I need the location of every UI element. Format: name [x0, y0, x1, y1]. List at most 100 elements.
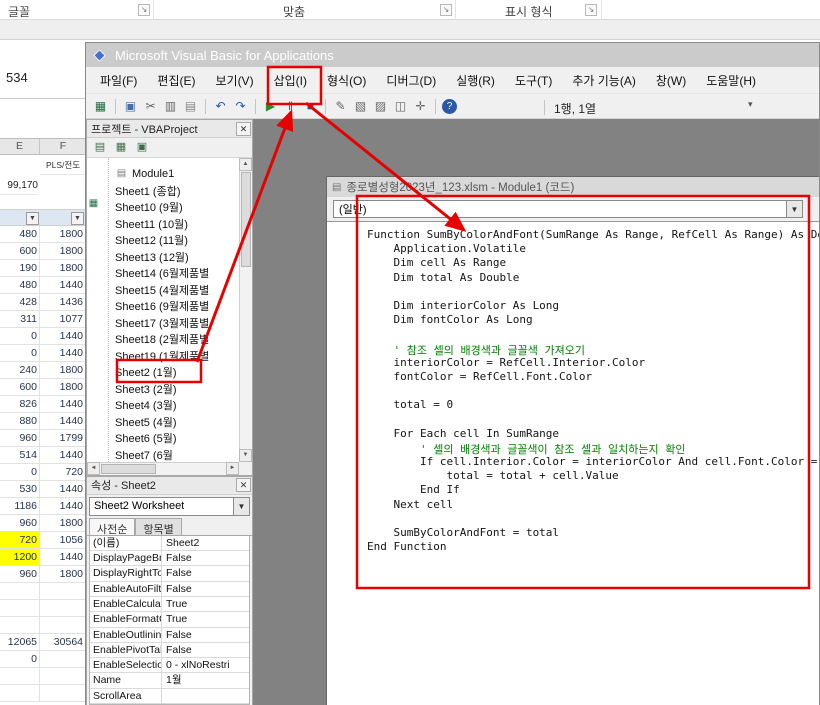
- project-tree-item[interactable]: ▦ Sheet19 (1월제품별: [87, 198, 239, 462]
- scrollbar-thumb[interactable]: [241, 172, 251, 267]
- sheet-cell-e[interactable]: 880: [0, 413, 40, 429]
- project-tree-item[interactable]: ▦ Sheet7 (6월: [87, 198, 239, 462]
- project-tree-item[interactable]: ▦ Sheet17 (3월제품별: [87, 198, 239, 462]
- run-icon[interactable]: ▶: [262, 98, 279, 115]
- menu-item-window[interactable]: 창(W): [646, 68, 696, 93]
- property-row[interactable]: EnablePivotTab False: [90, 642, 249, 659]
- sheet-cell-f[interactable]: 1799: [40, 430, 86, 446]
- project-tree-item[interactable]: ▦ Sheet1 (종합): [87, 183, 239, 462]
- project-tree-item[interactable]: ▦ Sheet12 (11월): [87, 198, 239, 462]
- sheet-cell-f[interactable]: 1800: [40, 243, 86, 259]
- property-row[interactable]: EnableOutlinin False: [90, 627, 249, 643]
- undo-icon[interactable]: ↶: [212, 98, 229, 115]
- sheet-cell-f[interactable]: 1436: [40, 294, 86, 310]
- project-tree-item[interactable]: ▦ Sheet13 (12월): [87, 198, 239, 462]
- sheet-cell-e[interactable]: [0, 685, 40, 701]
- object-dropdown[interactable]: (일반) ▼: [333, 200, 803, 218]
- menu-item-file[interactable]: 파일(F): [90, 68, 147, 93]
- project-tree-item[interactable]: ▦ Sheet16 (9월제품별: [87, 198, 239, 462]
- sheet-cell-e[interactable]: 240: [0, 362, 40, 378]
- excel-icon[interactable]: ▦: [92, 98, 109, 115]
- property-row[interactable]: Name 1월: [90, 673, 249, 689]
- sheet-cell-e[interactable]: 0: [0, 328, 40, 344]
- stop-icon[interactable]: ■: [302, 98, 319, 115]
- project-tree-item[interactable]: ▦ Sheet11 (10월): [87, 198, 239, 462]
- menu-item-edit[interactable]: 편집(E): [147, 68, 205, 93]
- sheet-cell-f[interactable]: 1800: [40, 226, 86, 242]
- sheet-cell-f[interactable]: 1440: [40, 481, 86, 497]
- sheet-cell-f[interactable]: [40, 583, 86, 599]
- sheet-cell-e[interactable]: 514: [0, 447, 40, 463]
- property-row[interactable]: EnableAutoFilte False: [90, 581, 249, 597]
- sheet-cell-f[interactable]: [40, 600, 86, 616]
- sheet-cell-e[interactable]: 826: [0, 396, 40, 412]
- sheet-cell-f[interactable]: 1440: [40, 498, 86, 514]
- sheet-cell-f[interactable]: 1800: [40, 566, 86, 582]
- property-row[interactable]: DisplayRightTo False: [90, 566, 249, 582]
- sheet-cell-e[interactable]: 1186: [0, 498, 40, 514]
- sheet-cell-e[interactable]: 530: [0, 481, 40, 497]
- code-area[interactable]: Function SumByColorAndFont(SumRange As R…: [327, 221, 819, 705]
- close-icon[interactable]: ✕: [236, 121, 251, 136]
- object-browser-icon[interactable]: ◫: [392, 98, 409, 115]
- scroll-down-icon[interactable]: ▼: [239, 448, 252, 462]
- property-row[interactable]: ScrollArea: [90, 688, 249, 704]
- vbe-titlebar[interactable]: Microsoft Visual Basic for Applications: [86, 43, 819, 67]
- tab-alphabetic[interactable]: 사전순: [89, 517, 136, 536]
- sheet-cell-f[interactable]: 1800: [40, 260, 86, 276]
- project-tree-item[interactable]: ▦ Sheet3 (2월): [87, 198, 239, 462]
- vertical-scrollbar[interactable]: ▲ ▼: [239, 158, 252, 462]
- view-code-icon[interactable]: ▤: [92, 140, 108, 155]
- sheet-cell-f[interactable]: 1440: [40, 413, 86, 429]
- scroll-left-icon[interactable]: ◄: [87, 461, 100, 475]
- sheet-cell-f[interactable]: [40, 617, 86, 633]
- properties-icon[interactable]: ▨: [372, 98, 389, 115]
- toggle-folders-icon[interactable]: ▣: [134, 140, 150, 155]
- menu-item-addins[interactable]: 추가 기능(A): [562, 68, 646, 93]
- menu-item-tools[interactable]: 도구(T): [505, 68, 562, 93]
- copy-icon[interactable]: ▥: [162, 98, 179, 115]
- menu-item-view[interactable]: 보기(V): [205, 68, 263, 93]
- tab-categorized[interactable]: 항목별: [135, 517, 182, 536]
- project-tree-item[interactable]: ▦ Sheet6 (5월): [87, 198, 239, 462]
- horizontal-scrollbar[interactable]: ◄ ►: [87, 461, 239, 475]
- sheet-cell-e[interactable]: 960: [0, 515, 40, 531]
- sheet-cell-f[interactable]: [40, 668, 86, 684]
- header-cell-amount[interactable]: 99,170: [0, 176, 38, 195]
- sheet-cell-f[interactable]: 1440: [40, 447, 86, 463]
- sheet-cell-e[interactable]: [0, 600, 40, 616]
- project-tree-item[interactable]: ▦ Sheet18 (2월제품별: [87, 198, 239, 462]
- menu-item-format[interactable]: 형식(O): [317, 68, 376, 93]
- sheet-cell-e[interactable]: 600: [0, 379, 40, 395]
- sheet-cell-e[interactable]: 720: [0, 532, 40, 548]
- property-row[interactable]: DisplayPageBr False: [90, 551, 249, 567]
- project-explorer-header[interactable]: 프로젝트 - VBAProject ✕: [87, 120, 252, 138]
- dropdown-arrow-icon[interactable]: ▼: [786, 201, 802, 217]
- sheet-cell-e[interactable]: 12065: [0, 634, 40, 650]
- sheet-cell-e[interactable]: 311: [0, 311, 40, 327]
- header-cell-label[interactable]: PLS/전도: [40, 156, 86, 175]
- sheet-cell-e[interactable]: [0, 668, 40, 684]
- column-header-e[interactable]: E: [0, 139, 40, 154]
- code-window-titlebar[interactable]: ▤ 종로별성형2023년_123.xlsm - Module1 (코드): [327, 177, 819, 197]
- design-mode-icon[interactable]: ✎: [332, 98, 349, 115]
- project-tree-item[interactable]: ▦ Sheet5 (4월): [87, 198, 239, 462]
- sheet-cell-f[interactable]: 1440: [40, 328, 86, 344]
- menu-item-run[interactable]: 실행(R): [446, 68, 505, 93]
- toolbox-icon[interactable]: ✛: [412, 98, 429, 115]
- sheet-cell-f[interactable]: 1077: [40, 311, 86, 327]
- project-tree-item[interactable]: ▦ Sheet4 (3월): [87, 198, 239, 462]
- filter-dropdown-icon[interactable]: ▼: [26, 212, 39, 225]
- dialog-launcher-icon[interactable]: ↘: [440, 4, 452, 16]
- help-icon[interactable]: ?: [442, 98, 457, 114]
- property-row[interactable]: (이름) Sheet2: [90, 535, 249, 552]
- paste-icon[interactable]: ▤: [182, 98, 199, 115]
- dialog-launcher-icon[interactable]: ↘: [585, 4, 597, 16]
- project-tree-item[interactable]: ▤ Module1: [87, 166, 239, 183]
- properties-header[interactable]: 속성 - Sheet2 ✕: [87, 476, 252, 495]
- save-icon[interactable]: ▣: [122, 98, 139, 115]
- column-header-f[interactable]: F: [40, 139, 86, 154]
- menu-item-insert[interactable]: 삽입(I): [264, 68, 317, 93]
- project-tree-item[interactable]: ▦ Sheet14 (6월제품별: [87, 198, 239, 462]
- project-tree-item[interactable]: ▦ Sheet10 (9월): [87, 198, 239, 462]
